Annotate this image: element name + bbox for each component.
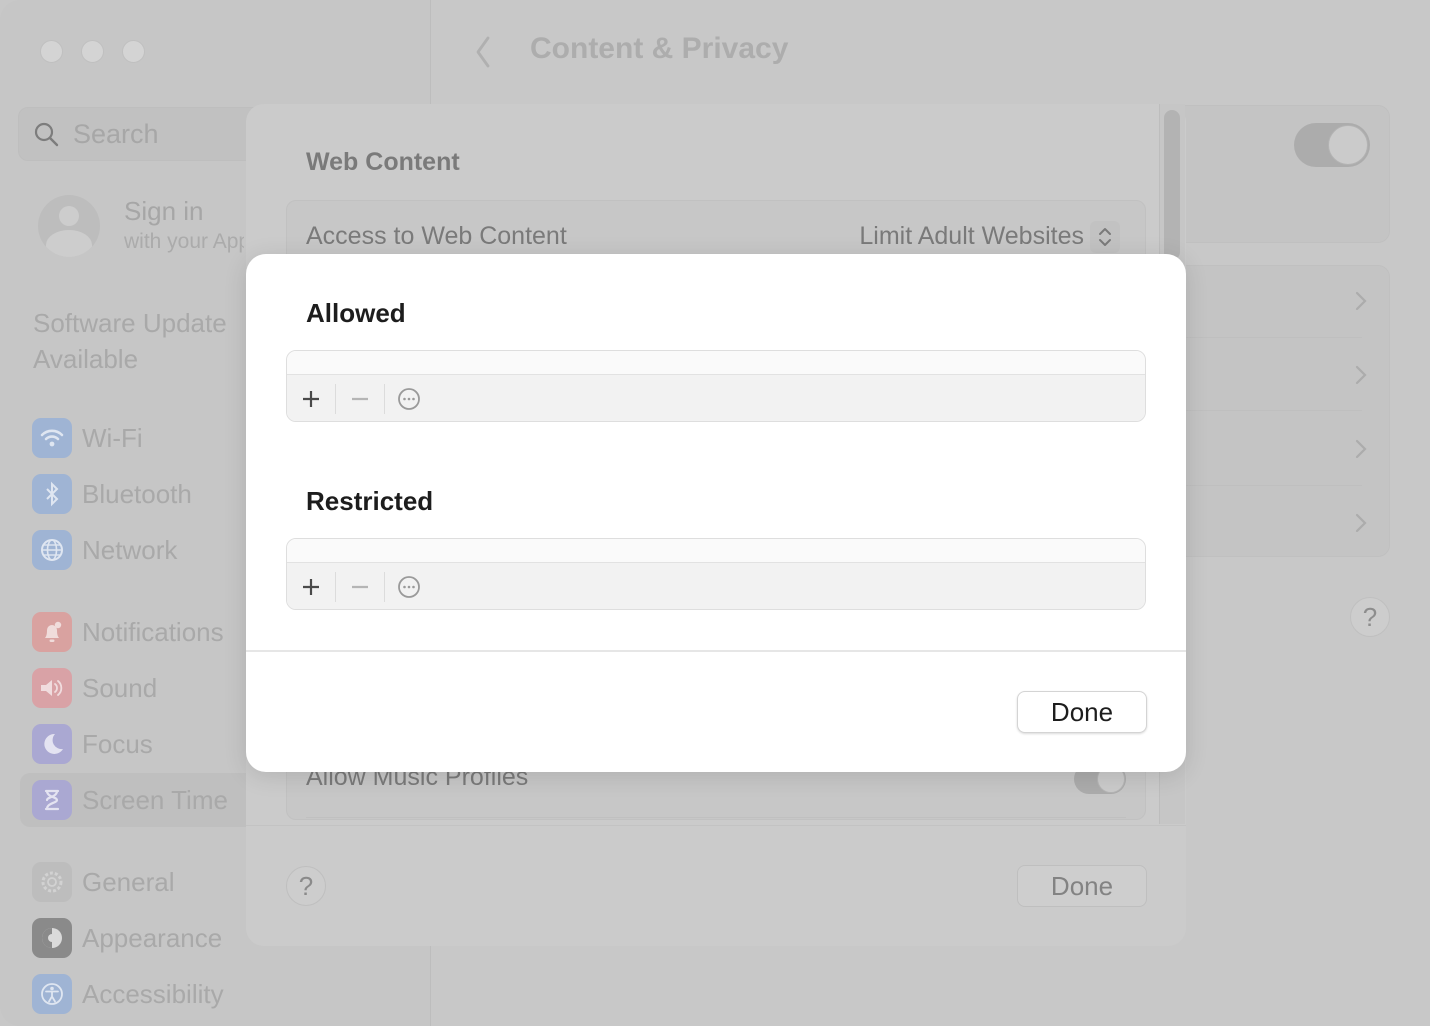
zoom-button[interactable]: [122, 40, 145, 63]
sidebar-item-label: Wi-Fi: [82, 422, 143, 453]
bell-icon: [32, 612, 72, 652]
speaker-icon: [32, 668, 72, 708]
sheet-help-button[interactable]: ?: [286, 866, 326, 906]
sidebar-item-label: General: [82, 866, 175, 897]
allowed-add-button[interactable]: [287, 382, 335, 416]
chevron-up-down-icon: [1099, 228, 1111, 246]
restricted-more-button[interactable]: [385, 570, 433, 604]
restricted-add-button[interactable]: [287, 570, 335, 604]
allowed-list-body[interactable]: [287, 351, 1145, 375]
search-icon: [34, 122, 59, 147]
plus-icon: [303, 578, 319, 595]
accessibility-icon: [32, 974, 72, 1014]
hourglass-icon: [32, 780, 72, 820]
restricted-list[interactable]: [286, 538, 1146, 610]
system-settings-window: Search Sign in with your Apple ID Softwa…: [0, 0, 1430, 1026]
appearance-icon: [32, 918, 72, 958]
chevron-right-icon[interactable]: [1354, 512, 1368, 534]
dialog-divider: [246, 650, 1186, 652]
chevron-right-icon[interactable]: [1354, 364, 1368, 386]
help-button-background[interactable]: ?: [1350, 597, 1390, 637]
sidebar-item-label: Appearance: [82, 922, 223, 953]
allowed-more-button[interactable]: [385, 382, 433, 416]
restricted-heading: Restricted: [306, 486, 434, 516]
gear-icon: [32, 862, 72, 902]
account-signin[interactable]: Sign in with your Apple ID: [38, 195, 244, 257]
popup-stepper[interactable]: [1090, 221, 1120, 253]
chevron-right-icon[interactable]: [1354, 290, 1368, 312]
signin-title: Sign in: [124, 196, 204, 226]
background-toggle[interactable]: [1294, 123, 1370, 167]
sidebar-item-label: Accessibility: [82, 978, 224, 1009]
traffic-lights: [40, 40, 145, 63]
divider: [306, 817, 1126, 818]
allowed-remove-button[interactable]: [336, 382, 384, 416]
wifi-icon: [32, 418, 72, 458]
moon-icon: [32, 724, 72, 764]
minimize-button[interactable]: [81, 40, 104, 63]
sidebar-item-label: Bluetooth: [82, 478, 192, 509]
restricted-list-toolbar: [287, 563, 1145, 609]
sidebar-item-accessibility[interactable]: Accessibility: [20, 967, 430, 1021]
allowed-list[interactable]: [286, 350, 1146, 422]
allowed-list-toolbar: [287, 375, 1145, 421]
sidebar-item-label: Network: [82, 534, 178, 565]
plus-icon: [303, 390, 319, 407]
restricted-list-body[interactable]: [287, 539, 1145, 563]
bluetooth-icon: [32, 474, 72, 514]
chevron-left-icon: [476, 36, 490, 68]
ellipsis-circle-icon: [398, 575, 420, 598]
done-button[interactable]: Done: [1017, 691, 1147, 733]
back-button[interactable]: [470, 34, 496, 75]
sheet-scrollbar-thumb[interactable]: [1164, 110, 1180, 260]
website-list-dialog: Allowed Restricted Done: [246, 254, 1186, 772]
sidebar-item-label: Screen Time: [82, 784, 228, 815]
minus-icon: [352, 585, 368, 588]
globe-icon: [32, 530, 72, 570]
search-placeholder: Search: [73, 118, 159, 149]
sidebar-item-label: Sound: [82, 672, 158, 703]
ellipsis-circle-icon: [398, 387, 420, 410]
close-button[interactable]: [40, 40, 63, 63]
sidebar-item-label: Focus: [82, 728, 153, 759]
section-title: Web Content: [306, 148, 460, 176]
page-title: Content & Privacy: [530, 32, 789, 65]
restricted-remove-button[interactable]: [336, 570, 384, 604]
sheet-done-button[interactable]: Done: [1017, 865, 1147, 907]
avatar-icon: [38, 195, 100, 257]
chevron-right-icon[interactable]: [1354, 438, 1368, 460]
signin-subtitle: with your Apple ID: [124, 230, 244, 253]
access-web-content-label: Access to Web Content: [306, 222, 567, 250]
sidebar-item-label: Notifications: [82, 616, 224, 647]
allowed-heading: Allowed: [306, 298, 406, 328]
access-web-content-value[interactable]: Limit Adult Websites: [859, 222, 1084, 251]
minus-icon: [352, 397, 368, 400]
